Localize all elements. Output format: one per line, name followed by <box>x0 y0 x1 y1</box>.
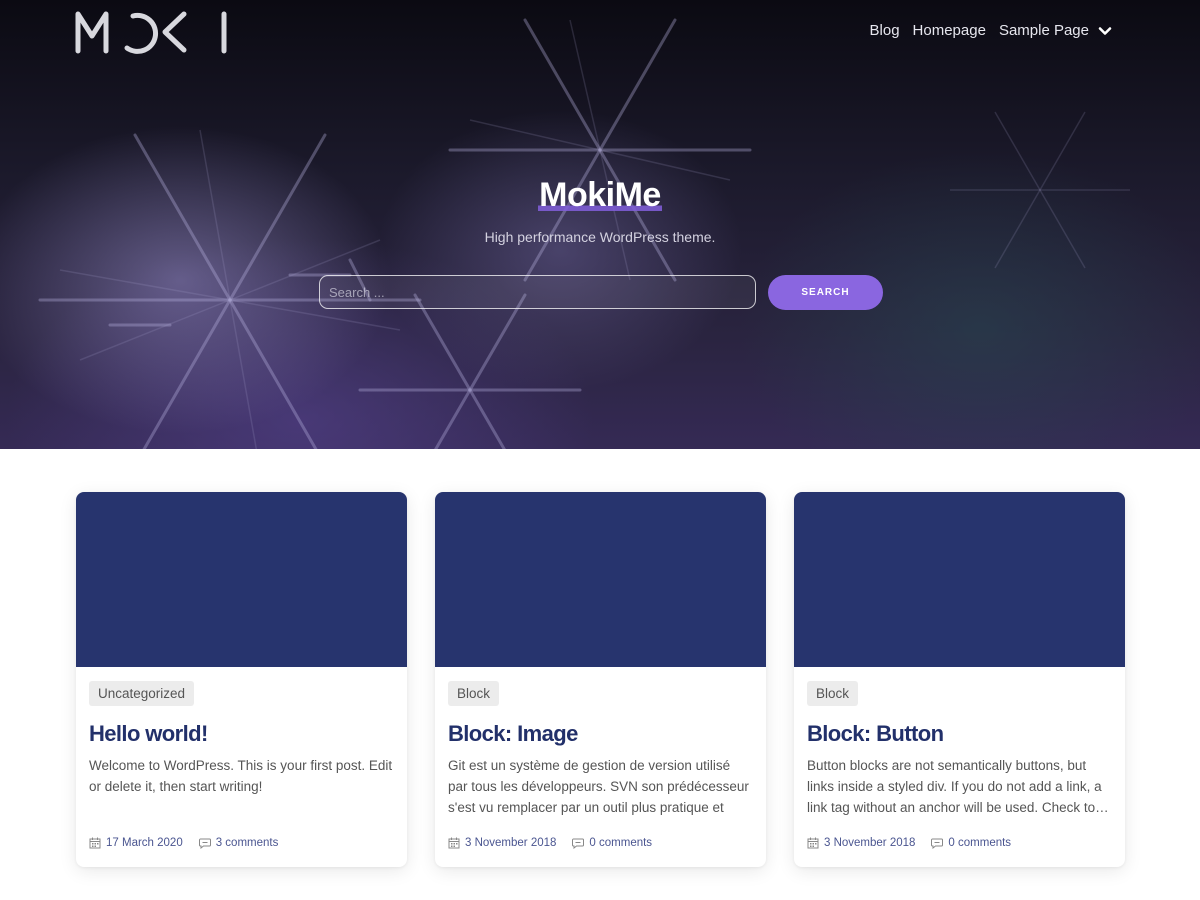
post-meta: 3 November 2018 0 comments <box>807 837 1011 849</box>
post-meta: 3 November 2018 0 comments <box>448 837 652 849</box>
post-thumbnail[interactable] <box>794 492 1125 667</box>
post-card: Block Block: Button Button blocks are no… <box>794 492 1125 867</box>
post-card: Uncategorized Hello world! Welcome to Wo… <box>76 492 407 867</box>
post-excerpt: Welcome to WordPress. This is your first… <box>89 758 393 794</box>
search-input[interactable] <box>319 275 756 309</box>
post-comments-text: 3 comments <box>215 837 279 849</box>
comment-icon <box>931 838 944 849</box>
site-title: MokiMe <box>0 176 1200 215</box>
post-thumbnail[interactable] <box>435 492 766 667</box>
post-grid: Uncategorized Hello world! Welcome to Wo… <box>76 492 1125 867</box>
post-date[interactable]: 17 March 2020 <box>89 837 183 849</box>
category-tag[interactable]: Uncategorized <box>89 681 195 706</box>
post-excerpt: Git est un système de gestion de version… <box>448 758 749 815</box>
site-title-text[interactable]: MokiMe <box>538 176 662 214</box>
nav-item-sample-page[interactable]: Sample Page <box>999 22 1089 39</box>
post-title[interactable]: Hello world! <box>89 721 394 747</box>
post-comments[interactable]: 3 comments <box>198 837 279 849</box>
category-tag[interactable]: Block <box>807 681 859 706</box>
post-title[interactable]: Block: Button <box>807 721 1112 747</box>
post-date-text: 17 March 2020 <box>106 837 183 849</box>
category-tag[interactable]: Block <box>448 681 500 706</box>
nav-item-blog[interactable]: Blog <box>870 22 900 39</box>
post-comments-text: 0 comments <box>589 837 653 849</box>
post-date-text: 3 November 2018 <box>465 837 557 849</box>
nav-item-homepage[interactable]: Homepage <box>913 22 986 39</box>
hero-header: Blog Homepage Sample Page MokiMe High pe… <box>0 0 1200 449</box>
post-title[interactable]: Block: Image <box>448 721 753 747</box>
calendar-icon <box>448 837 460 849</box>
post-excerpt: Button blocks are not semantically butto… <box>807 758 1109 815</box>
main-navigation: Blog Homepage Sample Page <box>870 22 1112 39</box>
post-card: Block Block: Image Git est un système de… <box>435 492 766 867</box>
snowflake-background <box>38 18 1130 449</box>
post-comments[interactable]: 0 comments <box>572 837 652 849</box>
post-comments[interactable]: 0 comments <box>931 837 1011 849</box>
calendar-icon <box>89 837 101 849</box>
post-date-text: 3 November 2018 <box>824 837 916 849</box>
site-tagline: High performance WordPress theme. <box>484 229 716 245</box>
post-meta: 17 March 2020 3 comments <box>89 837 278 849</box>
calendar-icon <box>807 837 819 849</box>
comment-icon <box>198 838 211 849</box>
chevron-down-icon[interactable] <box>1098 24 1112 38</box>
comment-icon <box>572 838 585 849</box>
post-thumbnail[interactable] <box>76 492 407 667</box>
post-comments-text: 0 comments <box>948 837 1012 849</box>
search-button[interactable]: SEARCH <box>768 275 883 310</box>
post-date[interactable]: 3 November 2018 <box>448 837 556 849</box>
moki-logo-icon <box>75 11 227 54</box>
post-date[interactable]: 3 November 2018 <box>807 837 915 849</box>
site-logo[interactable] <box>75 10 230 54</box>
